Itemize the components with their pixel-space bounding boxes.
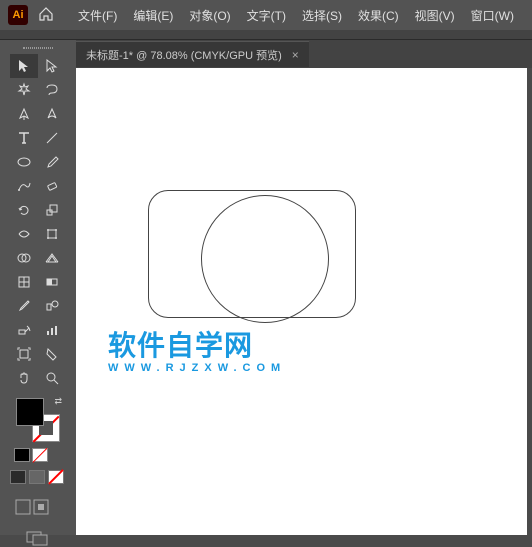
app-bar: Ai 文件(F) 编辑(E) 对象(O) 文字(T) 选择(S) 效果(C) 视… (0, 0, 532, 30)
close-icon[interactable]: × (292, 48, 299, 62)
none-color[interactable] (32, 448, 48, 462)
canvas-area[interactable]: 软件自学网 WWW.RJZXW.COM (76, 68, 532, 535)
rotate-tool[interactable] (10, 198, 38, 222)
doc-tab-bar: 未标题-1* @ 78.08% (CMYK/GPU 预览) × (76, 40, 532, 68)
hand-tool[interactable] (10, 366, 38, 390)
fill-stroke-swatch[interactable]: ⇄ (16, 398, 60, 442)
watermark: 软件自学网 WWW.RJZXW.COM (108, 324, 286, 374)
symbol-sprayer-tool[interactable] (10, 318, 38, 342)
lasso-tool[interactable] (38, 78, 66, 102)
screen-mode[interactable] (0, 529, 76, 547)
menu-window[interactable]: 窗口(W) (465, 3, 520, 28)
menu-edit[interactable]: 编辑(E) (127, 3, 179, 28)
magic-wand-tool[interactable] (10, 78, 38, 102)
blend-tool[interactable] (38, 294, 66, 318)
color-mode-row (0, 470, 76, 484)
color-section: ⇄ (0, 398, 76, 462)
default-fill-stroke[interactable] (14, 448, 30, 462)
color-mode-solid[interactable] (10, 470, 26, 484)
color-mode-none[interactable] (48, 470, 64, 484)
fill-color[interactable] (16, 398, 44, 426)
tools-panel: ⇄ (0, 40, 76, 535)
free-transform-tool[interactable] (38, 222, 66, 246)
control-bar (0, 30, 532, 40)
eyedropper-tool[interactable] (10, 294, 38, 318)
swap-fill-stroke-icon[interactable]: ⇄ (54, 396, 62, 407)
perspective-grid-tool[interactable] (38, 246, 66, 270)
zoom-tool[interactable] (38, 366, 66, 390)
shaper-tool[interactable] (10, 174, 38, 198)
ellipse-tool[interactable] (10, 150, 38, 174)
color-mode-gradient[interactable] (29, 470, 45, 484)
menu-file[interactable]: 文件(F) (72, 3, 123, 28)
panel-grip[interactable] (0, 44, 76, 52)
width-tool[interactable] (10, 222, 38, 246)
eraser-tool[interactable] (38, 174, 66, 198)
mesh-tool[interactable] (10, 270, 38, 294)
line-segment-tool[interactable] (38, 126, 66, 150)
menu-object[interactable]: 对象(O) (183, 3, 236, 28)
home-icon[interactable] (38, 6, 54, 25)
watermark-url: WWW.RJZXW.COM (108, 362, 286, 374)
direct-selection-tool[interactable] (38, 54, 66, 78)
shape-builder-tool[interactable] (10, 246, 38, 270)
watermark-text: 软件自学网 (108, 324, 286, 364)
menu-type[interactable]: 文字(T) (241, 3, 292, 28)
scale-tool[interactable] (38, 198, 66, 222)
type-tool[interactable] (10, 126, 38, 150)
slice-tool[interactable] (38, 342, 66, 366)
draw-mode[interactable] (0, 496, 76, 521)
doc-tab-title: 未标题-1* @ 78.08% (CMYK/GPU 预览) (86, 47, 282, 63)
curvature-tool[interactable] (38, 102, 66, 126)
artboard-tool[interactable] (10, 342, 38, 366)
artwork-circle[interactable] (201, 195, 329, 323)
vertical-scrollbar[interactable] (527, 68, 532, 535)
gradient-tool[interactable] (38, 270, 66, 294)
menu-effect[interactable]: 效果(C) (352, 3, 405, 28)
doc-tab[interactable]: 未标题-1* @ 78.08% (CMYK/GPU 预览) × (76, 41, 309, 67)
paintbrush-tool[interactable] (38, 150, 66, 174)
menu-bar: 文件(F) 编辑(E) 对象(O) 文字(T) 选择(S) 效果(C) 视图(V… (72, 3, 520, 28)
menu-view[interactable]: 视图(V) (409, 3, 461, 28)
selection-tool[interactable] (10, 54, 38, 78)
pen-tool[interactable] (10, 102, 38, 126)
mini-swatches (14, 448, 66, 462)
column-graph-tool[interactable] (38, 318, 66, 342)
tool-grid (0, 52, 76, 392)
ai-logo: Ai (8, 5, 28, 25)
menu-select[interactable]: 选择(S) (296, 3, 348, 28)
